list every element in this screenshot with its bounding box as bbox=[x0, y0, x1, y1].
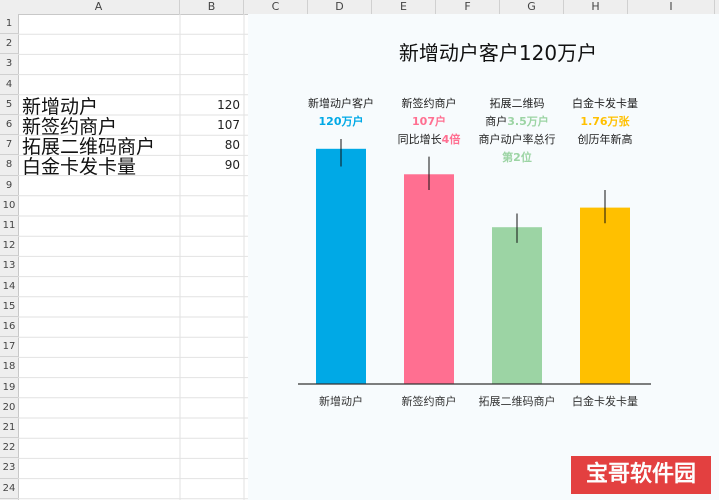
spreadsheet: ABCDEFGHI 1 2 3 4 5 6 7 8 9 10 11 12 13 14 15 16 17 18 19 2… bbox=[0, 0, 719, 500]
row-header-15[interactable]: 15 bbox=[0, 297, 18, 317]
column-header-i[interactable]: I bbox=[628, 0, 715, 14]
row-header-18[interactable]: 18 bbox=[0, 357, 18, 378]
row-header-1[interactable]: 1 bbox=[0, 14, 18, 35]
column-header-d[interactable]: D bbox=[308, 0, 372, 14]
annotation-4-line-2: 1.76万张 bbox=[580, 114, 630, 128]
row-header-8[interactable]: 8 bbox=[0, 155, 18, 176]
column-header-f[interactable]: F bbox=[436, 0, 500, 14]
row-header-3[interactable]: 3 bbox=[0, 54, 18, 75]
row-header-14[interactable]: 14 bbox=[0, 277, 18, 297]
row-header-7[interactable]: 7 bbox=[0, 135, 18, 156]
bar-3[interactable] bbox=[492, 227, 542, 384]
x-tick-label-4: 白金卡发卡量 bbox=[572, 394, 638, 408]
row-header-6[interactable]: 6 bbox=[0, 115, 18, 136]
row-header-5[interactable]: 5 bbox=[0, 95, 18, 115]
row-header-10[interactable]: 10 bbox=[0, 196, 18, 216]
row-header-13[interactable]: 13 bbox=[0, 256, 18, 277]
row-header-19[interactable]: 19 bbox=[0, 378, 18, 398]
column-header-b[interactable]: B bbox=[180, 0, 244, 14]
cell-b5[interactable]: 120 bbox=[200, 98, 240, 112]
row-header-21[interactable]: 21 bbox=[0, 418, 18, 439]
annotation-3-line-1: 拓展二维码 bbox=[490, 96, 545, 110]
annotation-4-line-3: 创历年新高 bbox=[578, 132, 633, 146]
x-tick-label-2: 新签约商户 bbox=[402, 394, 457, 408]
annotation-2-line-3: 同比增长4倍 bbox=[398, 132, 461, 146]
annotation-1-line-2: 120万户 bbox=[319, 114, 364, 128]
row-header-2[interactable]: 2 bbox=[0, 34, 18, 55]
bar-2[interactable] bbox=[404, 174, 454, 384]
row-header-22[interactable]: 22 bbox=[0, 438, 18, 459]
row-header-23[interactable]: 23 bbox=[0, 458, 18, 479]
chart[interactable]: 新增动户客户120万户 新增动户客户 120万户 新签约商户 107户 同比增长4倍 拓展… bbox=[248, 14, 719, 500]
row-header-4[interactable]: 4 bbox=[0, 75, 18, 95]
row-header-11[interactable]: 11 bbox=[0, 216, 18, 237]
column-header-a[interactable]: A bbox=[18, 0, 180, 14]
column-header-h[interactable]: H bbox=[564, 0, 628, 14]
column-header-e[interactable]: E bbox=[372, 0, 436, 14]
annotation-3-line-2: 商户3.5万户 bbox=[485, 114, 549, 128]
cell-b6[interactable]: 107 bbox=[200, 118, 240, 132]
annotation-2-line-1: 新签约商户 bbox=[402, 96, 457, 110]
annotation-3-line-3: 商户动户率总行 bbox=[479, 132, 556, 146]
x-tick-label-3: 拓展二维码商户 bbox=[479, 394, 556, 408]
row-header-bar: 1 2 3 4 5 6 7 8 9 10 11 12 13 14 15 16 17 18 19 20 21 22 23 24 bbox=[0, 14, 19, 500]
annotation-4-line-1: 白金卡发卡量 bbox=[572, 96, 638, 110]
row-header-9[interactable]: 9 bbox=[0, 176, 18, 196]
annotation-1-line-1: 新增动户客户 bbox=[308, 96, 374, 110]
bar-1[interactable] bbox=[316, 148, 366, 384]
chart-title: 新增动户客户120万户 bbox=[399, 41, 597, 65]
row-header-17[interactable]: 17 bbox=[0, 337, 18, 358]
row-header-16[interactable]: 16 bbox=[0, 317, 18, 338]
watermark-logo: 宝哥软件园 bbox=[571, 456, 711, 494]
bar-4[interactable] bbox=[580, 207, 630, 384]
row-header-20[interactable]: 20 bbox=[0, 398, 18, 418]
cell-a8[interactable]: 白金卡发卡量 bbox=[22, 152, 136, 179]
annotation-2-line-2: 107户 bbox=[412, 114, 446, 128]
cell-b7[interactable]: 80 bbox=[200, 138, 240, 152]
column-header-bar: ABCDEFGHI bbox=[0, 0, 719, 15]
column-header-g[interactable]: G bbox=[500, 0, 564, 14]
row-header-24[interactable]: 24 bbox=[0, 479, 18, 499]
bar-chart: 新增动户客户120万户 新增动户客户120万户新签约商户107户同比增长4倍拓展… bbox=[298, 41, 651, 408]
row-header-12[interactable]: 12 bbox=[0, 236, 18, 257]
column-header-c[interactable]: C bbox=[244, 0, 308, 14]
annotation-3-line-4: 第2位 bbox=[502, 150, 532, 164]
x-tick-label-1: 新增动户 bbox=[319, 394, 363, 408]
cell-b8[interactable]: 90 bbox=[200, 158, 240, 172]
